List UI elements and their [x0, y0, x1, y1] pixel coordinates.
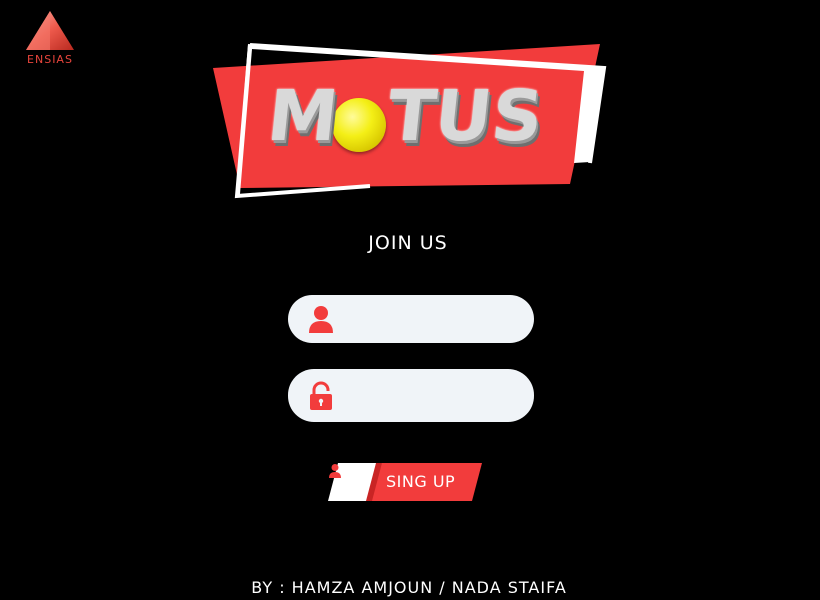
user-icon — [309, 306, 333, 333]
motus-letter-u: U — [431, 75, 497, 157]
form-title: JOIN US — [368, 232, 448, 254]
username-field[interactable] — [288, 295, 534, 345]
login-page: ENSIAS M T U S JOIN US SING UP BY: HAMZ… — [0, 0, 820, 600]
password-input[interactable] — [350, 369, 524, 424]
ensias-logo-text: ENSIAS — [27, 53, 73, 66]
yellow-ball-icon — [331, 98, 386, 152]
ensias-logo: ENSIAS — [12, 8, 88, 68]
credits-text: BY : HAMZA AMJOUN / NADA STAIFA — [251, 578, 567, 597]
signup-button[interactable]: SING UP — [328, 463, 484, 501]
signup-button-label: SING UP — [386, 472, 456, 491]
user-icon — [329, 464, 341, 478]
password-field[interactable] — [288, 369, 534, 424]
motus-letter-s: S — [487, 75, 547, 157]
motus-letter-m: M — [263, 75, 342, 157]
motus-title: M T U S — [264, 75, 547, 157]
lock-icon — [310, 381, 332, 410]
motus-banner: M T U S — [210, 40, 610, 202]
triangle-logo-icon — [26, 11, 74, 50]
username-input[interactable] — [350, 295, 524, 345]
